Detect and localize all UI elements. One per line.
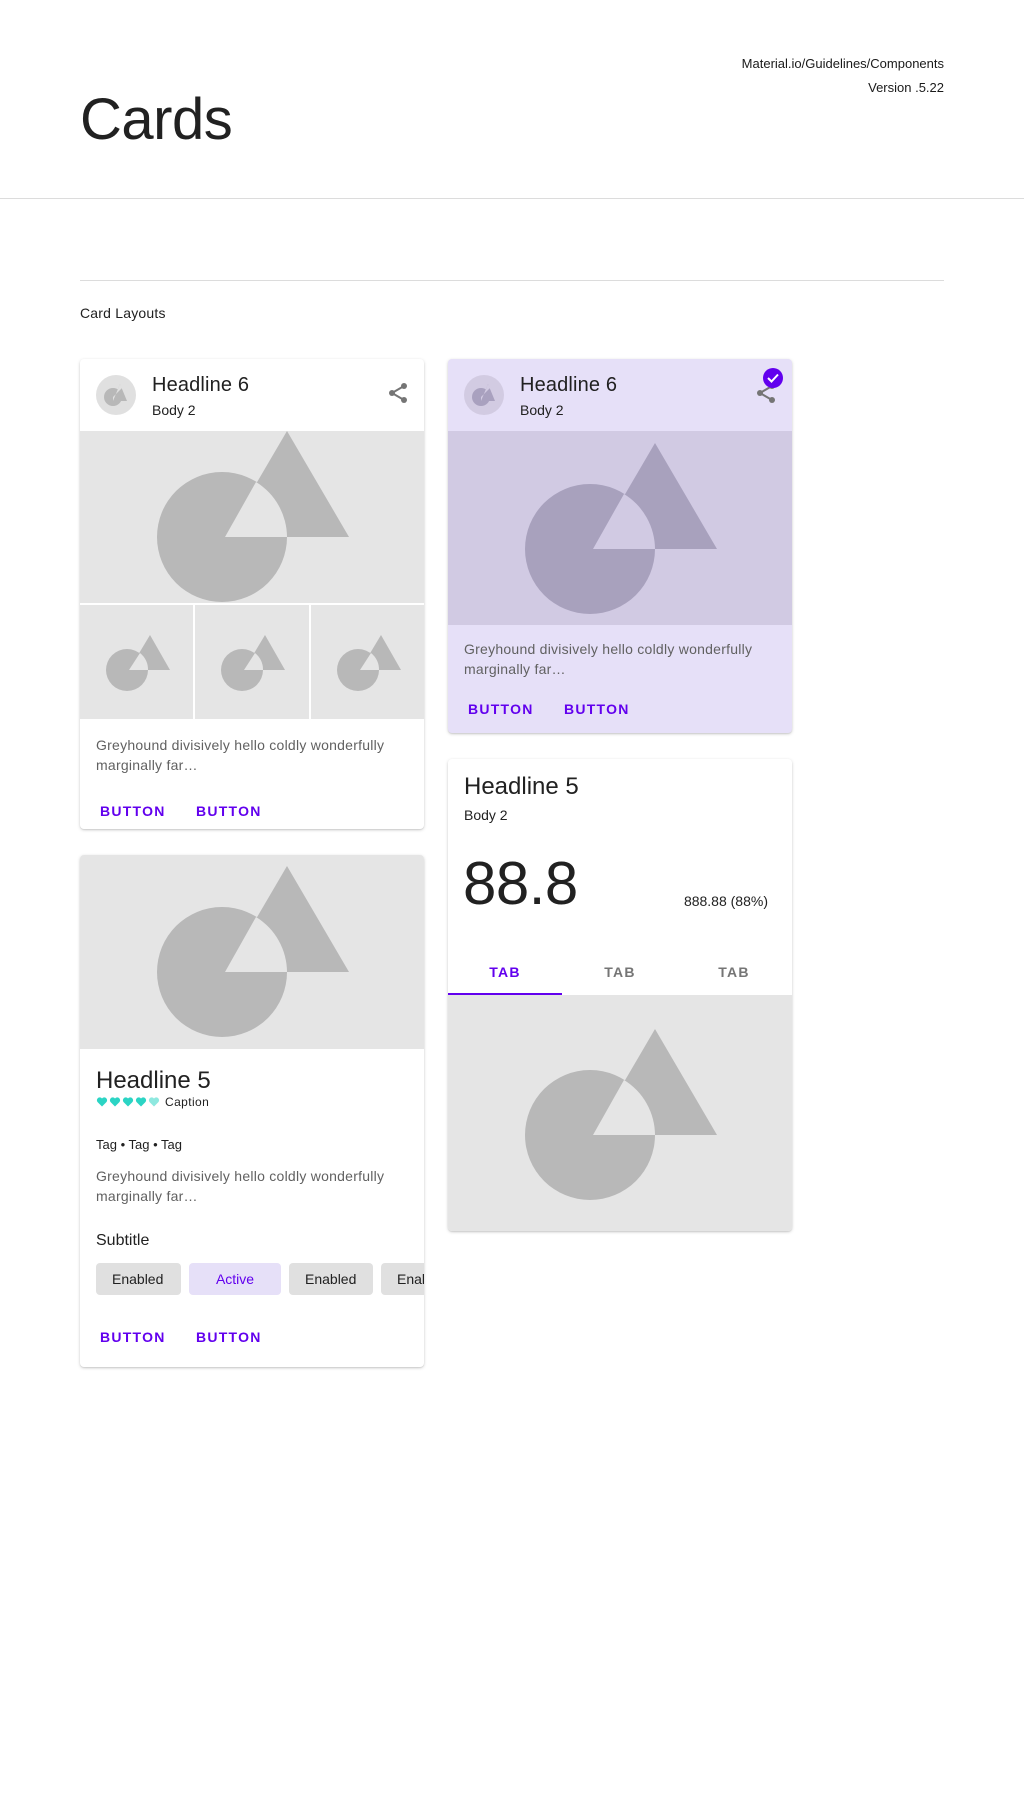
tag-list: Tag • Tag • Tag — [96, 1137, 182, 1152]
image-placeholder-icon — [157, 866, 349, 1037]
share-icon[interactable] — [386, 381, 410, 405]
image-placeholder-icon — [525, 443, 717, 614]
page-title: Cards — [80, 87, 233, 152]
image-placeholder-icon — [106, 635, 170, 691]
card-body-text: Greyhound divisively hello coldly wonder… — [96, 1168, 385, 1204]
stat-value: 88.8 — [463, 850, 578, 917]
filter-chip[interactable]: Active — [189, 1263, 281, 1295]
rating-stars — [96, 1096, 160, 1110]
heart-icon — [109, 1097, 121, 1107]
filter-chip[interactable]: Enabled — [289, 1263, 373, 1295]
tab-item[interactable]: Tab — [677, 949, 791, 995]
card-actions: Button Button — [448, 689, 792, 733]
card-selected[interactable]: Headline 6 Body 2 Greyhound divisively h… — [448, 359, 792, 733]
media-image — [448, 995, 792, 1231]
card-action-button[interactable]: Button — [96, 1319, 170, 1355]
section-label: Card Layouts — [80, 305, 166, 321]
image-placeholder-icon — [336, 635, 401, 691]
heart-icon — [135, 1097, 147, 1107]
card-stat-tabs[interactable]: Headline 5 Body 2 88.8 888.88 (88%) Tab … — [448, 759, 792, 1231]
tab-item[interactable]: Tab — [563, 949, 677, 995]
media-image — [80, 431, 424, 603]
chip-group: Enabled Active Enabled Enabled — [96, 1263, 424, 1295]
thumbnail[interactable] — [195, 605, 309, 719]
card-action-button[interactable]: Button — [560, 691, 634, 727]
avatar — [96, 375, 136, 415]
card-action-button[interactable]: Button — [192, 793, 266, 829]
card-media-gallery[interactable]: Headline 6 Body 2 Greyhound divisively h… — [80, 359, 424, 829]
card-header: Headline 6 Body 2 — [448, 359, 792, 431]
card-subtitle: Body 2 — [520, 402, 564, 418]
rating-caption: Caption — [165, 1095, 210, 1109]
avatar-placeholder-icon — [472, 384, 495, 406]
media-image — [80, 855, 424, 1049]
card-detail-chips[interactable]: Headline 5 Caption Tag • Tag • Tag Greyh… — [80, 855, 424, 1367]
avatar-placeholder-icon — [104, 384, 127, 406]
page-header: Cards Material.io/Guidelines/Components … — [0, 0, 1024, 199]
media-image — [448, 431, 792, 625]
image-placeholder-icon — [525, 1029, 717, 1200]
card-body-text: Greyhound divisively hello coldly wonder… — [96, 737, 385, 773]
tab-item[interactable]: Tab — [448, 949, 562, 995]
filter-chip[interactable]: Enabled — [381, 1263, 424, 1295]
avatar — [464, 375, 504, 415]
card-action-button[interactable]: Button — [192, 1319, 266, 1355]
card-title: Headline 5 — [464, 773, 579, 800]
card-body-text: Greyhound divisively hello coldly wonder… — [464, 641, 753, 677]
card-action-button[interactable]: Button — [96, 793, 170, 829]
check-circle-icon — [763, 368, 783, 388]
thumbnail[interactable] — [80, 605, 194, 719]
card-title: Headline 6 — [520, 374, 618, 396]
tab-bar: Tab Tab Tab — [448, 949, 792, 995]
card-action-button[interactable]: Button — [464, 691, 538, 727]
image-placeholder-icon — [221, 635, 286, 691]
card-header: Headline 6 Body 2 — [80, 359, 424, 431]
filter-chip[interactable]: Enabled — [96, 1263, 181, 1295]
card-title: Headline 5 — [96, 1067, 211, 1094]
section-subtitle: Subtitle — [96, 1232, 150, 1249]
stat-delta: 888.88 (88%) — [683, 893, 768, 909]
meta-link[interactable]: Material.io/Guidelines/Components — [742, 52, 944, 76]
thumbnail[interactable] — [310, 605, 424, 719]
section-divider — [80, 280, 944, 281]
heart-icon — [122, 1097, 134, 1107]
header-meta: Material.io/Guidelines/Components Versio… — [742, 52, 944, 100]
heart-icon — [96, 1097, 108, 1107]
card-title: Headline 6 — [152, 374, 250, 396]
heart-half-icon — [148, 1097, 160, 1107]
meta-version: Version .5.22 — [868, 80, 944, 95]
thumbnail-row — [80, 605, 424, 719]
image-placeholder-icon — [157, 431, 349, 602]
card-subtitle: Body 2 — [464, 807, 508, 823]
card-subtitle: Body 2 — [152, 402, 196, 418]
card-actions: Button Button — [80, 799, 424, 829]
